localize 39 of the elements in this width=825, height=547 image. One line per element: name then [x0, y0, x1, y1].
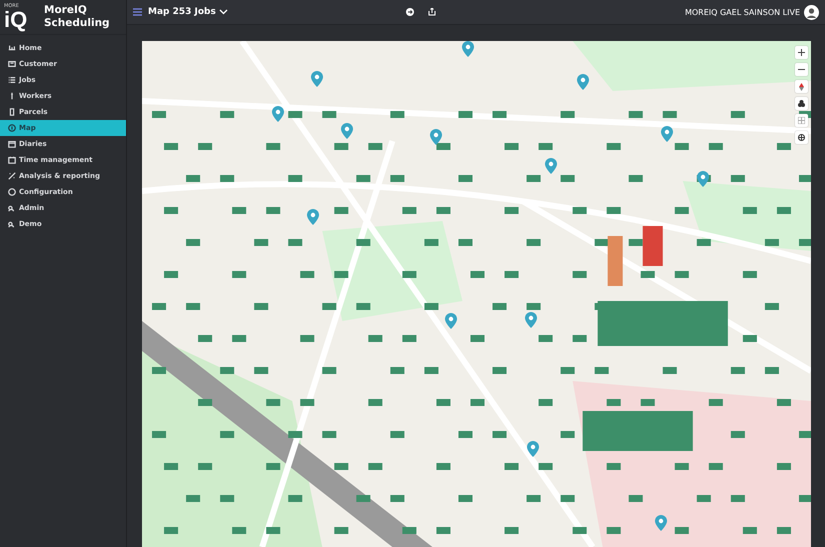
user-name: MOREIQ GAEL SAINSON LIVE	[684, 8, 800, 16]
avatar-icon[interactable]	[804, 4, 819, 20]
circles-icon	[798, 100, 805, 107]
map-pin-icon[interactable]	[272, 106, 284, 122]
zoom-out-button[interactable]	[795, 63, 808, 76]
export-icon[interactable]	[428, 8, 436, 16]
compass-button[interactable]	[795, 80, 808, 93]
grid-icon	[798, 117, 805, 124]
map-pin-icon[interactable]	[527, 441, 539, 457]
list-icon	[8, 76, 16, 84]
chart-icon	[8, 44, 16, 52]
map-pin-icon[interactable]	[655, 515, 667, 531]
zoom-in-button[interactable]	[795, 46, 808, 59]
globe-icon	[798, 134, 805, 141]
map-pin-icon[interactable]	[307, 209, 319, 225]
map-pin-icon[interactable]	[697, 171, 709, 187]
map-pin-icon[interactable]	[311, 71, 323, 87]
globe-button[interactable]	[795, 131, 808, 144]
map-pin-icon[interactable]	[661, 126, 673, 142]
grid-button[interactable]	[795, 114, 808, 127]
map-title-dropdown[interactable]: Map 253 Jobs	[148, 7, 228, 17]
compass-icon	[799, 82, 804, 90]
layers-button[interactable]	[795, 97, 808, 110]
map-pin-icon[interactable]	[430, 129, 442, 145]
chevron-down-icon	[218, 9, 228, 15]
calendar-icon	[8, 156, 16, 164]
card-icon	[8, 60, 16, 68]
map-pin-icon[interactable]	[525, 312, 537, 328]
calendar-icon	[8, 140, 16, 148]
menu-icon[interactable]	[133, 8, 142, 16]
map-pin-icon[interactable]	[577, 74, 589, 90]
plus-icon	[798, 49, 805, 56]
app-name: MoreIQ Scheduling	[44, 4, 111, 30]
map-pin-icon[interactable]	[445, 313, 457, 329]
circle-arrow-icon[interactable]	[406, 8, 414, 16]
map-pin-icon[interactable]	[341, 123, 353, 139]
map-pin-icon[interactable]	[545, 158, 557, 174]
minus-icon	[798, 66, 805, 73]
map-pin-icon[interactable]	[462, 41, 474, 57]
